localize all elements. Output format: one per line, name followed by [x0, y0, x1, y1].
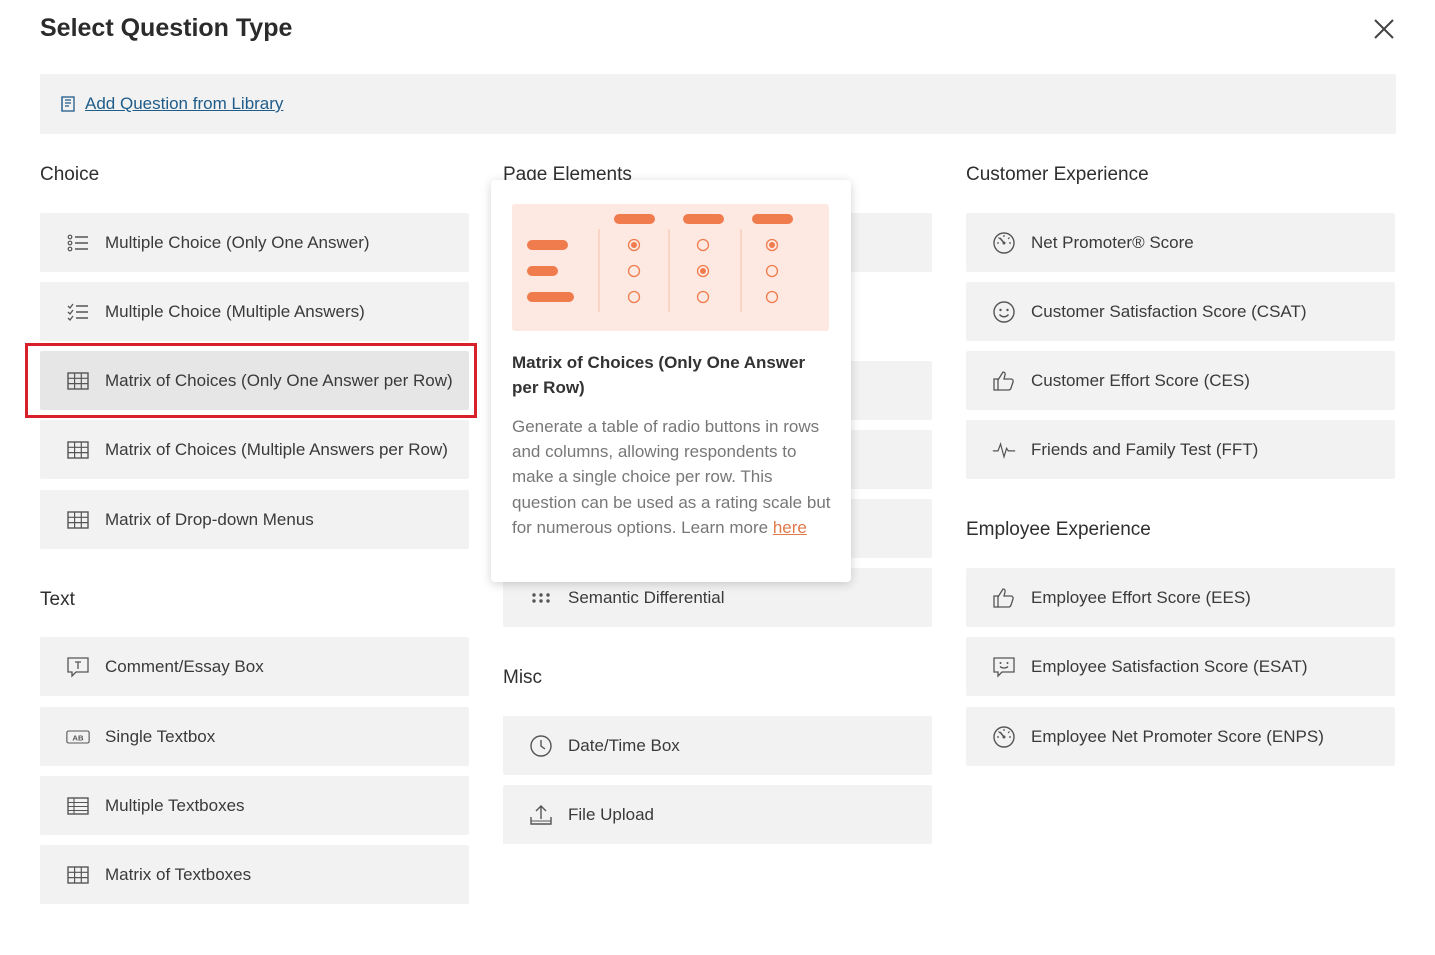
section-title-employee-experience: Employee Experience	[966, 519, 1151, 540]
gauge-icon	[992, 725, 1016, 749]
select-question-type-dialog: Select Question Type Add Question from L…	[0, 0, 1435, 955]
item-label: Matrix of Choices (Multiple Answers per …	[105, 439, 448, 459]
item-employee-effort-score[interactable]: Employee Effort Score (EES)	[966, 568, 1395, 627]
item-friends-and-family-test[interactable]: Friends and Family Test (FFT)	[966, 420, 1395, 479]
item-multiple-textboxes[interactable]: Multiple Textboxes	[40, 776, 469, 835]
item-label: Matrix of Choices (Only One Answer per R…	[105, 370, 453, 390]
item-customer-effort-score[interactable]: Customer Effort Score (CES)	[966, 351, 1395, 410]
pulse-icon	[992, 438, 1016, 462]
matrix-illustration	[512, 204, 829, 331]
item-label: Single Textbox	[105, 726, 216, 746]
smiley-chat-icon	[992, 655, 1016, 679]
item-multiple-choice-multiple-answers[interactable]: Multiple Choice (Multiple Answers)	[40, 282, 469, 341]
item-multiple-choice-one-answer[interactable]: Multiple Choice (Only One Answer)	[40, 213, 469, 272]
item-label: Multiple Choice (Multiple Answers)	[105, 301, 365, 321]
question-type-preview-popover: Matrix of Choices (Only One Answer per R…	[491, 180, 851, 582]
popover-title: Matrix of Choices (Only One Answer per R…	[512, 353, 806, 397]
learn-more-link[interactable]: here	[773, 518, 807, 537]
item-label: Matrix of Textboxes	[105, 864, 252, 884]
table-icon	[66, 794, 90, 818]
item-label: Matrix of Drop-down Menus	[105, 509, 314, 529]
item-label: Employee Effort Score (EES)	[1031, 587, 1251, 607]
item-customer-satisfaction-score[interactable]: Customer Satisfaction Score (CSAT)	[966, 282, 1395, 341]
grid-icon	[66, 438, 90, 462]
item-label: Net Promoter® Score	[1031, 232, 1194, 252]
section-title-misc: Misc	[503, 667, 543, 688]
item-label: Friends and Family Test (FFT)	[1031, 439, 1259, 459]
item-label: Customer Satisfaction Score (CSAT)	[1031, 301, 1307, 321]
dialog-title: Select Question Type	[40, 14, 293, 42]
item-file-upload[interactable]: File Upload	[503, 785, 932, 844]
item-label: Semantic Differential	[568, 587, 725, 607]
item-label: Date/Time Box	[568, 735, 680, 755]
grid-icon	[66, 863, 90, 887]
smiley-icon	[992, 300, 1016, 324]
gauge-icon	[992, 231, 1016, 255]
item-net-promoter-score[interactable]: Net Promoter® Score	[966, 213, 1395, 272]
section-title-text: Text	[40, 589, 75, 610]
dots-grid-icon	[529, 586, 553, 610]
item-employee-net-promoter-score[interactable]: Employee Net Promoter Score (ENPS)	[966, 707, 1395, 766]
item-matrix-choices-multiple-answers[interactable]: Matrix of Choices (Multiple Answers per …	[40, 420, 469, 479]
item-employee-satisfaction-score[interactable]: Employee Satisfaction Score (ESAT)	[966, 637, 1395, 696]
close-icon[interactable]	[1370, 15, 1398, 43]
item-label: Multiple Textboxes	[105, 795, 245, 815]
ab-textbox-icon: AB	[66, 725, 90, 749]
item-single-textbox[interactable]: AB Single Textbox	[40, 707, 469, 766]
comment-text-icon	[66, 655, 90, 679]
item-matrix-of-textboxes[interactable]: Matrix of Textboxes	[40, 845, 469, 904]
item-matrix-dropdown-menus[interactable]: Matrix of Drop-down Menus	[40, 490, 469, 549]
item-date-time-box[interactable]: Date/Time Box	[503, 716, 932, 775]
section-title-choice: Choice	[40, 164, 100, 185]
numbered-list-icon	[66, 231, 90, 255]
item-matrix-choices-one-answer[interactable]: Matrix of Choices (Only One Answer per R…	[40, 351, 469, 410]
grid-icon	[66, 508, 90, 532]
item-label: Multiple Choice (Only One Answer)	[105, 232, 370, 252]
thumbs-up-icon	[992, 586, 1016, 610]
book-icon	[59, 95, 77, 113]
grid-icon	[66, 369, 90, 393]
clock-icon	[529, 734, 553, 758]
library-bar: Add Question from Library	[40, 74, 1396, 134]
item-label: File Upload	[568, 804, 654, 824]
item-label: Employee Satisfaction Score (ESAT)	[1031, 656, 1308, 676]
popover-description: Generate a table of radio buttons in row…	[512, 414, 832, 540]
thumbs-up-icon	[992, 369, 1016, 393]
item-comment-essay-box[interactable]: Comment/Essay Box	[40, 637, 469, 696]
upload-icon	[529, 803, 553, 827]
svg-text:AB: AB	[72, 733, 84, 742]
item-label: Comment/Essay Box	[105, 656, 264, 676]
item-label: Customer Effort Score (CES)	[1031, 370, 1250, 390]
item-label: Employee Net Promoter Score (ENPS)	[1031, 726, 1324, 746]
checklist-icon	[66, 300, 90, 324]
add-question-from-library-link[interactable]: Add Question from Library	[85, 94, 283, 114]
section-title-customer-experience: Customer Experience	[966, 164, 1149, 185]
